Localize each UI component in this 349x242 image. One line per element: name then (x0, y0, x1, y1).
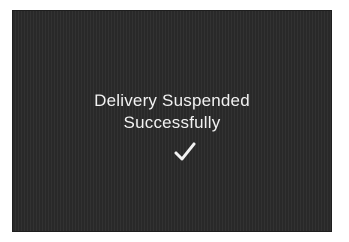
message-line-2: Successfully (123, 113, 221, 132)
message-line-1: Delivery Suspended (94, 91, 250, 110)
screen-frame: Delivery Suspended Successfully (0, 0, 349, 242)
confirmation-message: Delivery Suspended Successfully (12, 90, 332, 134)
confirmation-screen: Delivery Suspended Successfully (12, 10, 332, 232)
checkmark-icon (174, 142, 196, 161)
